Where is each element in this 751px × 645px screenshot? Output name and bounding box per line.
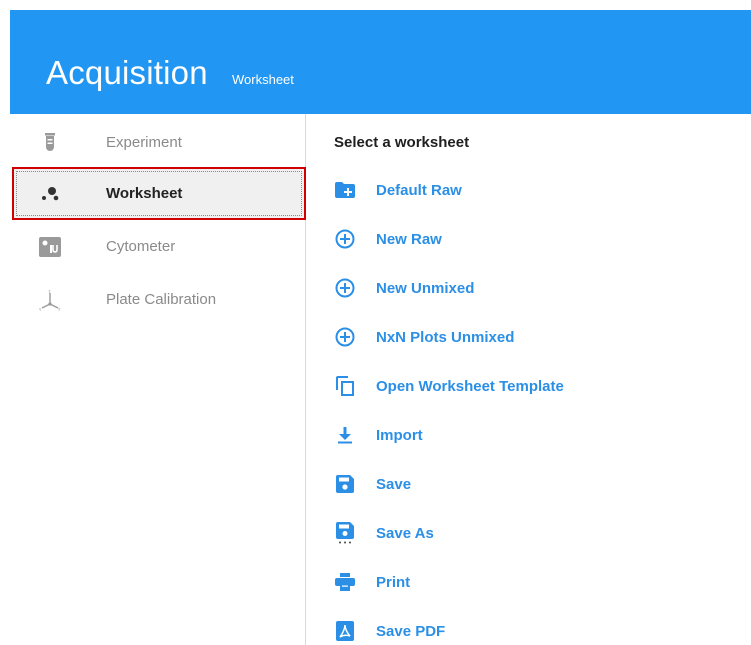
download-icon	[334, 424, 356, 446]
floppy-dots-icon	[334, 522, 356, 544]
circle-plus-icon	[334, 326, 356, 348]
action-label: New Unmixed	[376, 279, 475, 297]
action-label: NxN Plots Unmixed	[376, 328, 515, 346]
action-label: Default Raw	[376, 181, 462, 199]
action-label: Import	[376, 426, 423, 444]
circle-plus-icon	[334, 228, 356, 250]
svg-text:x: x	[58, 306, 61, 311]
section-heading: Select a worksheet	[334, 134, 470, 151]
svg-text:z: z	[49, 289, 51, 294]
new-unmixed-button[interactable]: New Unmixed	[334, 274, 734, 302]
printer-icon	[334, 571, 356, 593]
svg-text:y: y	[39, 306, 42, 311]
save-button[interactable]: Save	[334, 470, 734, 498]
sidebar-item-plate-calibration[interactable]: z y x Plate Calibration	[12, 273, 306, 326]
open-worksheet-template-button[interactable]: Open Worksheet Template	[334, 372, 734, 400]
import-button[interactable]: Import	[334, 421, 734, 449]
action-label: Save PDF	[376, 622, 446, 640]
dots-icon	[39, 183, 61, 205]
action-label: Print	[376, 573, 411, 591]
action-label: New Raw	[376, 230, 442, 248]
sidebar-item-experiment[interactable]: Experiment	[12, 116, 306, 169]
new-raw-button[interactable]: New Raw	[334, 225, 734, 253]
cytometer-icon	[39, 236, 61, 258]
nxn-plots-unmixed-button[interactable]: NxN Plots Unmixed	[334, 323, 734, 351]
circle-plus-icon	[334, 277, 356, 299]
sidebar-item-worksheet[interactable]: Worksheet	[12, 167, 306, 220]
sidebar-item-label: Worksheet	[106, 185, 183, 202]
folder-plus-icon	[334, 179, 356, 201]
action-label: Save As	[376, 524, 434, 542]
default-raw-button[interactable]: Default Raw	[334, 176, 734, 204]
sidebar-item-label: Cytometer	[106, 238, 176, 255]
app-title: Acquisition	[46, 54, 208, 91]
sidebar-item-label: Plate Calibration	[106, 291, 217, 308]
main-panel: Select a worksheet Default Raw New Raw N…	[307, 114, 751, 645]
sidebar-item-cytometer[interactable]: Cytometer	[12, 220, 306, 273]
sidebar-item-label: Experiment	[106, 134, 182, 151]
print-button[interactable]: Print	[334, 568, 734, 596]
test-tube-icon	[39, 132, 61, 154]
app-header: Acquisition Worksheet	[10, 10, 751, 114]
floppy-icon	[334, 473, 356, 495]
axes-icon: z y x	[39, 289, 61, 311]
save-as-button[interactable]: Save As	[334, 519, 734, 547]
action-label: Open Worksheet Template	[376, 377, 564, 395]
action-label: Save	[376, 475, 412, 493]
copy-icon	[334, 375, 356, 397]
sidebar: Experiment Worksheet Cytometer z y x Pla…	[0, 114, 306, 645]
save-pdf-button[interactable]: Save PDF	[334, 617, 734, 645]
pdf-icon	[334, 620, 356, 642]
app-subtitle: Worksheet	[232, 72, 294, 87]
